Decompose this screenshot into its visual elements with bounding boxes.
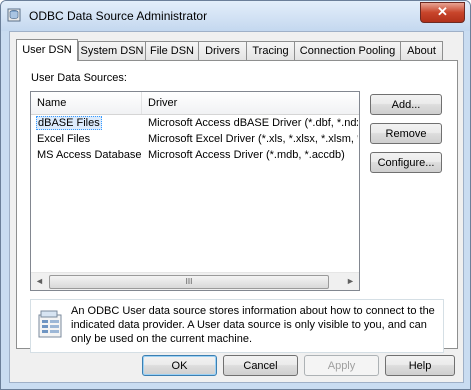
data-source-driver: Microsoft Excel Driver (*.xls, *.xlsx, *… [148,133,358,145]
add-button[interactable]: Add... [370,94,442,115]
scroll-thumb[interactable]: III [49,275,329,289]
info-description: An ODBC User data source stores informat… [71,305,435,345]
close-button[interactable]: ✕ [420,2,465,23]
window-title: ODBC Data Source Administrator [29,9,208,23]
apply-button[interactable]: Apply [304,355,379,376]
datasource-info-icon [38,310,62,338]
tab-file-dsn[interactable]: File DSN [145,41,199,60]
title-bar[interactable]: ODBC Data Source Administrator ✕ [1,1,470,31]
list-item[interactable]: Excel Files Microsoft Excel Driver (*.xl… [31,131,359,147]
close-icon: ✕ [437,4,448,19]
data-source-driver: Microsoft Access Driver (*.mdb, *.accdb) [148,149,345,161]
column-header-name[interactable]: Name [31,92,142,114]
tab-connection-pooling[interactable]: Connection Pooling [294,41,401,60]
help-button[interactable]: Help [385,355,455,376]
data-source-name: dBASE Files [36,116,102,130]
odbc-app-icon [7,8,21,22]
scroll-right-icon[interactable]: ► [342,273,359,290]
tab-user-dsn[interactable]: User DSN [16,39,78,61]
list-item[interactable]: dBASE Files Microsoft Access dBASE Drive… [31,115,359,131]
user-data-sources-label: User Data Sources: [31,72,127,84]
data-source-name: Excel Files [37,133,91,145]
dialog-client-area: User DSN System DSN File DSN Drivers Tra… [9,31,464,383]
info-box: An ODBC User data source stores informat… [30,299,444,353]
tab-drivers[interactable]: Drivers [198,41,247,60]
ok-button[interactable]: OK [142,355,217,376]
cancel-button[interactable]: Cancel [223,355,298,376]
tab-tracing[interactable]: Tracing [246,41,295,60]
data-source-name: MS Access Database [37,149,141,161]
configure-button[interactable]: Configure... [370,152,442,173]
remove-button[interactable]: Remove [370,123,442,144]
tab-about[interactable]: About [400,41,443,60]
horizontal-scrollbar[interactable]: ◄ III ► [31,272,359,290]
user-dsn-panel: User Data Sources: Name Driver dBASE Fil… [16,60,458,353]
data-sources-list[interactable]: Name Driver dBASE Files Microsoft Access… [30,91,360,291]
odbc-window: ODBC Data Source Administrator ✕ User DS… [0,0,471,390]
list-header: Name Driver [31,92,359,115]
tab-system-dsn[interactable]: System DSN [78,41,146,60]
list-item[interactable]: MS Access Database Microsoft Access Driv… [31,147,359,163]
column-header-driver[interactable]: Driver [142,92,359,114]
scroll-left-icon[interactable]: ◄ [31,273,48,290]
data-source-driver: Microsoft Access dBASE Driver (*.dbf, *.… [148,117,358,129]
